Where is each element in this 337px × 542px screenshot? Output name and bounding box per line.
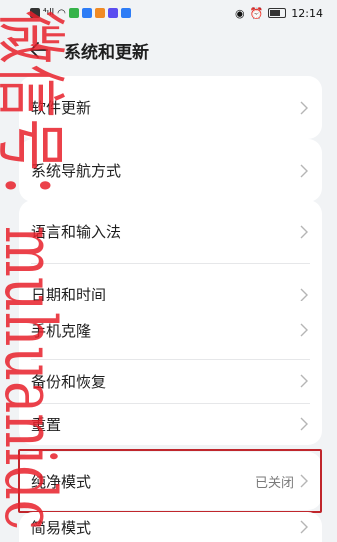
- settings-item-label: 备份和恢复: [31, 372, 107, 391]
- alarm-icon: ⏰: [249, 6, 264, 20]
- page-header: 系统和更新: [0, 30, 337, 70]
- settings-item-pure-mode[interactable]: 纯净模式 已关闭: [19, 452, 322, 510]
- app-icon: [107, 8, 118, 18]
- status-bar: ⁴ıll ◠ ◉ ⏰ 12:14: [0, 0, 337, 26]
- chevron-right-icon: [300, 225, 308, 238]
- settings-item-label: 简易模式: [31, 518, 92, 537]
- wifi-icon: ◠: [57, 7, 66, 19]
- chevron-right-icon: [300, 164, 308, 177]
- signal-icon: ⁴ıll: [43, 8, 55, 18]
- app-icon: [120, 8, 131, 18]
- chevron-right-icon: [300, 520, 308, 534]
- settings-item-simple-mode[interactable]: 简易模式: [19, 512, 322, 542]
- settings-item-label: 手机克隆: [31, 321, 92, 340]
- settings-item-backup-restore[interactable]: 备份和恢复: [19, 359, 322, 403]
- settings-item-label: 系统导航方式: [31, 162, 122, 180]
- eye-icon: ◉: [234, 6, 245, 20]
- back-arrow-icon[interactable]: [28, 39, 50, 61]
- settings-item-status: 已关闭: [254, 475, 294, 491]
- settings-item-software-update[interactable]: 软件更新: [19, 76, 322, 139]
- app-icon: [68, 8, 79, 18]
- app-icon: [81, 8, 92, 18]
- status-time: 12:14: [291, 6, 323, 20]
- chevron-right-icon: [300, 374, 308, 388]
- settings-item-language-input[interactable]: 语言和输入法: [19, 200, 322, 263]
- settings-card: 软件更新: [19, 76, 322, 139]
- settings-item-navigation[interactable]: 系统导航方式: [19, 139, 322, 202]
- settings-card: 简易模式: [19, 512, 322, 542]
- settings-item-label: 重置: [31, 415, 62, 434]
- status-icons-right: ◉ ⏰ 12:14: [235, 7, 323, 20]
- battery-icon: [268, 8, 287, 18]
- settings-card: 纯净模式 已关闭: [19, 452, 322, 510]
- settings-card: 手机克隆 备份和恢复 重置: [19, 301, 322, 445]
- settings-item-label: 纯净模式: [31, 472, 92, 491]
- chevron-right-icon: [300, 417, 308, 431]
- settings-item-label: 语言和输入法: [31, 223, 122, 241]
- chevron-right-icon: [300, 474, 308, 488]
- status-icons-left: ⁴ıll ◠: [30, 8, 131, 19]
- page-title: 系统和更新: [64, 42, 149, 63]
- message-icon: [30, 8, 40, 18]
- chevron-right-icon: [300, 288, 308, 301]
- settings-item-reset[interactable]: 重置: [19, 403, 322, 445]
- settings-item-label: 软件更新: [31, 99, 92, 117]
- chevron-right-icon: [300, 101, 308, 114]
- chevron-right-icon: [300, 323, 308, 337]
- app-icon: [94, 8, 105, 18]
- settings-card: 系统导航方式: [19, 139, 322, 202]
- settings-item-phone-clone[interactable]: 手机克隆: [19, 301, 322, 359]
